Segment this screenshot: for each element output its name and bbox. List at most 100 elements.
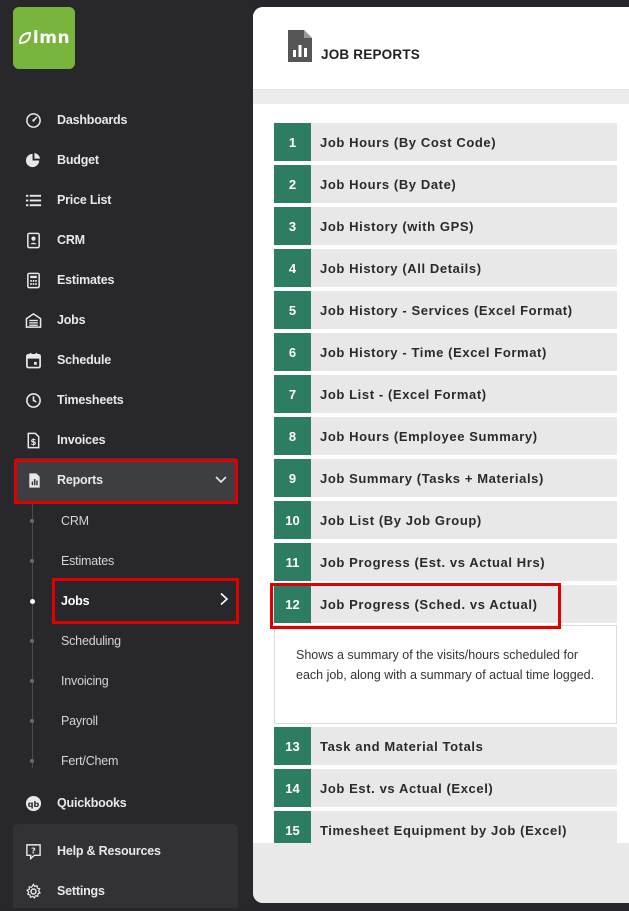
submenu-bullet: [30, 719, 34, 723]
report-title: Job List (By Job Group): [320, 512, 482, 528]
sidebar-item-price-list[interactable]: Price List: [0, 180, 253, 220]
invoice-icon: $: [24, 431, 42, 449]
report-row[interactable]: 14 Job Est. vs Actual (Excel): [274, 769, 617, 807]
submenu-item-label: Fert/Chem: [61, 754, 119, 768]
submenu-item-label: Payroll: [61, 714, 98, 728]
sidebar-item-help[interactable]: ? Help & Resources: [0, 831, 253, 871]
sidebar-item-invoices[interactable]: $ Invoices: [0, 420, 253, 460]
submenu-bullet-active: [30, 598, 35, 604]
submenu-item-label: Jobs: [61, 594, 90, 608]
leaf-icon: [18, 31, 31, 45]
sidebar-item-label: Timesheets: [57, 393, 124, 407]
page-title: JOB REPORTS: [321, 47, 420, 62]
report-title: Job History - Services (Excel Format): [320, 302, 573, 318]
submenu-bullet: [30, 679, 34, 683]
report-title: Job Hours (By Date): [320, 176, 457, 192]
report-number-badge: 4: [274, 249, 311, 287]
report-number-badge: 3: [274, 207, 311, 245]
sidebar-item-label: Quickbooks: [57, 796, 127, 810]
report-row[interactable]: 7 Job List - (Excel Format): [274, 375, 617, 413]
report-row[interactable]: 13 Task and Material Totals: [274, 727, 617, 765]
report-row[interactable]: 6 Job History - Time (Excel Format): [274, 333, 617, 371]
report-number-badge: 9: [274, 459, 311, 497]
clock-icon: [24, 391, 42, 409]
report-number-badge: 8: [274, 417, 311, 455]
sidebar-item-label: Settings: [57, 884, 105, 898]
report-title: Job History (with GPS): [320, 218, 475, 234]
svg-text:$: $: [30, 437, 36, 447]
report-number-badge: 7: [274, 375, 311, 413]
sidebar-item-budget[interactable]: Budget: [0, 140, 253, 180]
svg-text:qb: qb: [27, 799, 39, 808]
report-title: Job Progress (Sched. vs Actual): [320, 596, 538, 612]
sidebar-item-label: Help & Resources: [57, 844, 161, 858]
chevron-right-icon: [218, 592, 230, 611]
submenu-item-scheduling[interactable]: Scheduling: [0, 621, 253, 661]
lmn-logo[interactable]: lmn: [13, 7, 75, 69]
report-number-badge: 2: [274, 165, 311, 203]
report-row[interactable]: 4 Job History (All Details): [274, 249, 617, 287]
sidebar-item-label: Estimates: [57, 273, 115, 287]
submenu-item-invoicing[interactable]: Invoicing: [0, 661, 253, 701]
report-document-icon: [287, 29, 313, 68]
report-title: Job Est. vs Actual (Excel): [320, 780, 494, 796]
report-title: Job Hours (Employee Summary): [320, 428, 538, 444]
submenu-item-fert-chem[interactable]: Fert/Chem: [0, 741, 253, 781]
chevron-down-icon: [214, 472, 228, 491]
sidebar-item-reports[interactable]: Reports: [16, 458, 236, 502]
submenu-bullet: [30, 559, 34, 563]
sidebar-item-label: Reports: [57, 473, 103, 487]
main-panel: JOB REPORTS 1 Job Hours (By Cost Code) 2…: [253, 7, 629, 903]
sidebar-item-label: Budget: [57, 153, 99, 167]
sidebar-item-dashboards[interactable]: Dashboards: [0, 100, 253, 140]
sidebar-item-estimates[interactable]: Estimates: [0, 260, 253, 300]
contact-card-icon: [24, 231, 42, 249]
header-divider-band: [253, 90, 629, 104]
garage-icon: [24, 311, 42, 329]
submenu-bullet: [30, 759, 34, 763]
report-icon: [25, 471, 43, 489]
submenu-item-label: Scheduling: [61, 634, 121, 648]
report-row[interactable]: 2 Job Hours (By Date): [274, 165, 617, 203]
report-number-badge: 5: [274, 291, 311, 329]
submenu-item-payroll[interactable]: Payroll: [0, 701, 253, 741]
submenu-item-jobs[interactable]: Jobs: [0, 581, 253, 621]
report-row[interactable]: 10 Job List (By Job Group): [274, 501, 617, 539]
submenu-item-crm[interactable]: CRM: [0, 501, 253, 541]
report-row[interactable]: 11 Job Progress (Est. vs Actual Hrs): [274, 543, 617, 581]
report-title: Job Hours (By Cost Code): [320, 134, 497, 150]
page-header: JOB REPORTS: [253, 7, 629, 90]
report-title: Job List - (Excel Format): [320, 386, 487, 402]
logo-text: lmn: [32, 28, 71, 48]
sidebar: lmn Dashboards Budget Price List CRM Est…: [0, 0, 253, 908]
dashboard-gauge-icon: [24, 111, 42, 129]
submenu-item-label: CRM: [61, 514, 89, 528]
page-bottom-edge: [253, 903, 629, 908]
pie-chart-icon: [24, 151, 42, 169]
report-description-panel: Shows a summary of the visits/hours sche…: [274, 625, 617, 724]
submenu-item-label: Invoicing: [61, 674, 109, 688]
sidebar-item-settings[interactable]: Settings: [0, 871, 253, 911]
calculator-icon: [24, 271, 42, 289]
report-number-badge: 14: [274, 769, 311, 807]
report-row[interactable]: 9 Job Summary (Tasks + Materials): [274, 459, 617, 497]
report-row[interactable]: 3 Job History (with GPS): [274, 207, 617, 245]
submenu-item-estimates[interactable]: Estimates: [0, 541, 253, 581]
report-row[interactable]: 8 Job Hours (Employee Summary): [274, 417, 617, 455]
sidebar-item-timesheets[interactable]: Timesheets: [0, 380, 253, 420]
sidebar-item-schedule[interactable]: Schedule: [0, 340, 253, 380]
report-row-selected[interactable]: 12 Job Progress (Sched. vs Actual): [274, 585, 617, 623]
sidebar-item-label: Price List: [57, 193, 112, 207]
report-number-badge: 13: [274, 727, 311, 765]
report-description: Shows a summary of the visits/hours sche…: [296, 648, 595, 682]
submenu-item-label: Estimates: [61, 554, 115, 568]
report-title: Job Progress (Est. vs Actual Hrs): [320, 554, 546, 570]
submenu-bullet: [30, 639, 34, 643]
sidebar-item-jobs[interactable]: Jobs: [0, 300, 253, 340]
sidebar-item-label: Invoices: [57, 433, 106, 447]
sidebar-item-crm[interactable]: CRM: [0, 220, 253, 260]
quickbooks-icon: qb: [24, 794, 42, 812]
report-row[interactable]: 1 Job Hours (By Cost Code): [274, 123, 617, 161]
report-row[interactable]: 5 Job History - Services (Excel Format): [274, 291, 617, 329]
sidebar-item-quickbooks[interactable]: qb Quickbooks: [0, 783, 253, 823]
